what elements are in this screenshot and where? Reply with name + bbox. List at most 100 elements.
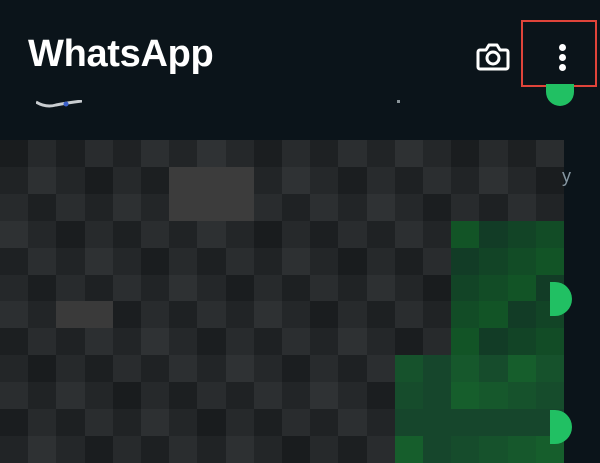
mosaic-cell: [451, 355, 480, 383]
mosaic-cell: [394, 193, 423, 221]
mosaic-cell: [169, 382, 198, 410]
mosaic-cell: [366, 409, 395, 437]
mosaic-cell: [507, 274, 536, 302]
mosaic-cell: [282, 355, 311, 383]
mosaic-cell: [338, 409, 367, 437]
mosaic-cell: [0, 355, 29, 383]
mosaic-cell: [28, 220, 57, 248]
mosaic-cell: [423, 247, 452, 275]
mosaic-cell: [479, 166, 508, 194]
mosaic-cell: [169, 140, 198, 167]
mosaic-cell: [310, 166, 339, 194]
mosaic-cell: [535, 166, 564, 194]
mosaic-cell: [394, 166, 423, 194]
mosaic-cell: [84, 301, 113, 329]
mosaic-cell: [84, 436, 113, 463]
mosaic-cell: [394, 301, 423, 329]
mosaic-cell: [197, 220, 226, 248]
mosaic-cell: [338, 247, 367, 275]
mosaic-cell: [225, 328, 254, 356]
mosaic-cell: [197, 274, 226, 302]
camera-button[interactable]: [472, 36, 514, 78]
pixelated-chat-list[interactable]: [0, 140, 564, 463]
mosaic-cell: [366, 140, 395, 167]
chat-timestamp-fragment: y: [562, 166, 571, 186]
mosaic-cell: [112, 274, 141, 302]
mosaic-cell: [507, 409, 536, 437]
mosaic-cell: [310, 382, 339, 410]
mosaic-cell: [282, 220, 311, 248]
mosaic-cell: [141, 382, 170, 410]
mosaic-cell: [28, 301, 57, 329]
mosaic-cell: [28, 355, 57, 383]
mosaic-cell: [282, 409, 311, 437]
mosaic-cell: [394, 140, 423, 167]
mosaic-cell: [112, 436, 141, 463]
mosaic-cell: [169, 220, 198, 248]
mosaic-cell: [394, 274, 423, 302]
mosaic-cell: [197, 409, 226, 437]
mosaic-cell: [423, 355, 452, 383]
mosaic-cell: [310, 409, 339, 437]
mosaic-cell: [310, 140, 339, 167]
mosaic-cell: [84, 193, 113, 221]
mosaic-cell: [169, 247, 198, 275]
mosaic-cell: [507, 220, 536, 248]
mosaic-cell: [310, 193, 339, 221]
mosaic-cell: [479, 220, 508, 248]
mosaic-cell: [507, 247, 536, 275]
mosaic-cell: [56, 328, 85, 356]
mosaic-cell: [28, 166, 57, 194]
mosaic-cell: [479, 274, 508, 302]
mosaic-cell: [28, 140, 57, 167]
mosaic-cell: [253, 355, 282, 383]
mosaic-cell: [535, 193, 564, 221]
mosaic-cell: [141, 436, 170, 463]
mosaic-cell: [423, 274, 452, 302]
mosaic-cell: [310, 247, 339, 275]
avatar[interactable]: [36, 100, 82, 108]
mosaic-cell: [197, 328, 226, 356]
mosaic-cell: [366, 301, 395, 329]
mosaic-cell: [282, 247, 311, 275]
mosaic-cell: [338, 274, 367, 302]
mosaic-cell: [56, 166, 85, 194]
mosaic-cell: [84, 220, 113, 248]
mosaic-cell: [535, 355, 564, 383]
mosaic-cell: [338, 193, 367, 221]
mosaic-cell: [479, 382, 508, 410]
mosaic-cell: [141, 193, 170, 221]
mosaic-cell: [197, 166, 226, 194]
mosaic-cell: [169, 409, 198, 437]
mosaic-cell: [479, 355, 508, 383]
mosaic-cell: [0, 140, 29, 167]
mosaic-cell: [394, 436, 423, 463]
mosaic-cell: [479, 409, 508, 437]
mosaic-cell: [338, 436, 367, 463]
mosaic-cell: [451, 247, 480, 275]
mosaic-cell: [141, 355, 170, 383]
mosaic-cell: [112, 328, 141, 356]
mosaic-cell: [451, 328, 480, 356]
mosaic-cell: [56, 220, 85, 248]
mosaic-cell: [56, 140, 85, 167]
mosaic-cell: [225, 409, 254, 437]
mosaic-cell: [423, 409, 452, 437]
mosaic-cell: [338, 140, 367, 167]
mosaic-cell: [338, 355, 367, 383]
mosaic-cell: [507, 382, 536, 410]
mosaic-cell: [338, 301, 367, 329]
mosaic-cell: [0, 220, 29, 248]
mosaic-cell: [0, 409, 29, 437]
mosaic-cell: [310, 436, 339, 463]
mosaic-cell: [451, 166, 480, 194]
mosaic-cell: [507, 301, 536, 329]
mosaic-cell: [197, 382, 226, 410]
mosaic-cell: [225, 140, 254, 167]
more-options-button[interactable]: [521, 20, 597, 87]
mosaic-cell: [0, 166, 29, 194]
mosaic-cell: [169, 193, 198, 221]
mosaic-cell: [197, 436, 226, 463]
mosaic-cell: [423, 140, 452, 167]
mosaic-cell: [451, 274, 480, 302]
